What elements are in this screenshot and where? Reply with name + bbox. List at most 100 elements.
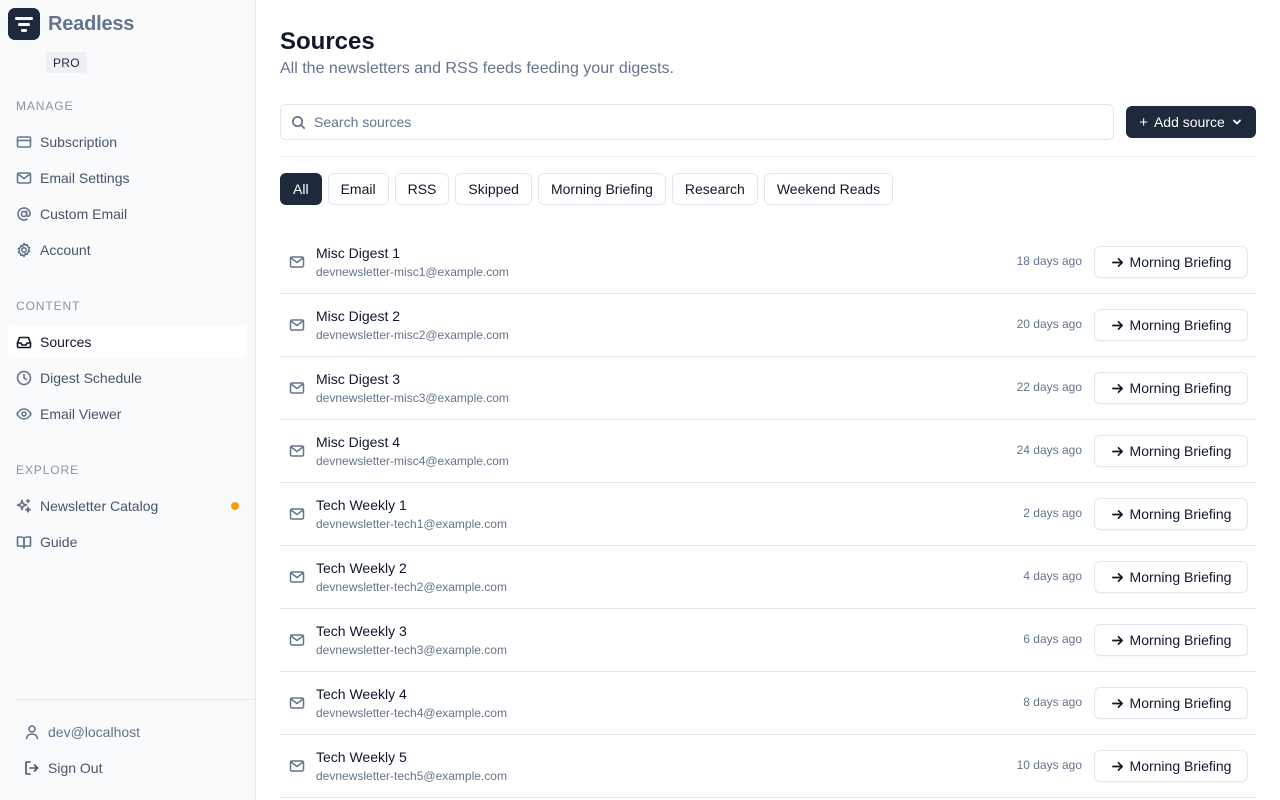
sidebar-item-label: Sources: [40, 334, 92, 350]
source-name: Misc Digest 4: [316, 434, 401, 450]
source-email: devnewsletter-misc2@example.com: [316, 328, 509, 342]
section-label-explore: EXPLORE: [16, 463, 79, 477]
sign-out-label: Sign Out: [48, 760, 103, 776]
source-last-received: 6 days ago: [1023, 632, 1082, 646]
arrow-right-icon: [1111, 635, 1123, 645]
search-input[interactable]: [314, 114, 1094, 130]
sidebar-item-subscription[interactable]: Subscription: [8, 126, 247, 158]
gear-icon: [16, 242, 32, 258]
readless-logo-icon: [8, 8, 40, 40]
divider: [280, 156, 1256, 157]
section-label-content: CONTENT: [16, 299, 81, 313]
eye-icon: [16, 406, 32, 422]
sidebar-item-label: Subscription: [40, 134, 118, 150]
list-item[interactable]: Misc Digest 3 devnewsletter-misc3@exampl…: [280, 357, 1256, 420]
source-last-received: 24 days ago: [1016, 443, 1082, 457]
list-item[interactable]: Tech Weekly 2 devnewsletter-tech2@exampl…: [280, 546, 1256, 609]
destination-button[interactable]: Morning Briefing: [1094, 309, 1248, 341]
sidebar: Readless PRO MANAGE Subscription Email S…: [0, 0, 256, 800]
mail-icon: [289, 569, 305, 585]
source-last-received: 8 days ago: [1023, 695, 1082, 709]
arrow-right-icon: [1111, 383, 1123, 393]
source-email: devnewsletter-misc1@example.com: [316, 265, 509, 279]
source-name: Tech Weekly 2: [316, 560, 407, 576]
source-last-received: 2 days ago: [1023, 506, 1082, 520]
list-item[interactable]: Misc Digest 1 devnewsletter-misc1@exampl…: [280, 231, 1256, 294]
filter-email[interactable]: Email: [327, 173, 389, 205]
sidebar-item-email-settings[interactable]: Email Settings: [8, 162, 247, 194]
destination-button[interactable]: Morning Briefing: [1094, 372, 1248, 404]
credit-card-icon: [16, 134, 32, 150]
sidebar-item-custom-email[interactable]: Custom Email: [8, 198, 247, 230]
sidebar-item-newsletter-catalog[interactable]: Newsletter Catalog: [8, 490, 247, 522]
add-source-button[interactable]: + Add source: [1126, 106, 1256, 138]
page-subtitle: All the newsletters and RSS feeds feedin…: [280, 60, 674, 77]
log-out-icon: [25, 761, 39, 775]
inbox-icon: [16, 334, 32, 350]
destination-label: Morning Briefing: [1129, 254, 1232, 270]
mail-icon: [289, 632, 305, 648]
user-icon: [25, 725, 39, 740]
source-name: Tech Weekly 5: [316, 749, 407, 765]
arrow-right-icon: [1111, 509, 1123, 519]
destination-button[interactable]: Morning Briefing: [1094, 687, 1248, 719]
source-name: Misc Digest 3: [316, 371, 401, 387]
filter-rss[interactable]: RSS: [394, 173, 450, 205]
filter-morning-briefing[interactable]: Morning Briefing: [537, 173, 666, 205]
arrow-right-icon: [1111, 320, 1123, 330]
sidebar-item-label: Newsletter Catalog: [40, 498, 159, 514]
mail-icon: [289, 443, 305, 459]
source-name: Tech Weekly 4: [316, 686, 407, 702]
list-item[interactable]: Tech Weekly 3 devnewsletter-tech3@exampl…: [280, 609, 1256, 672]
destination-button[interactable]: Morning Briefing: [1094, 498, 1248, 530]
filter-all[interactable]: All: [280, 173, 322, 205]
sidebar-item-label: Digest Schedule: [40, 370, 142, 386]
destination-button[interactable]: Morning Briefing: [1094, 561, 1248, 593]
destination-label: Morning Briefing: [1129, 506, 1232, 522]
mail-icon: [289, 695, 305, 711]
list-item[interactable]: Misc Digest 2 devnewsletter-misc2@exampl…: [280, 294, 1256, 357]
destination-label: Morning Briefing: [1129, 758, 1232, 774]
destination-button[interactable]: Morning Briefing: [1094, 246, 1248, 278]
destination-button[interactable]: Morning Briefing: [1094, 750, 1248, 782]
chevron-down-icon: [1231, 116, 1243, 128]
sidebar-item-guide[interactable]: Guide: [8, 526, 247, 558]
list-item[interactable]: Tech Weekly 1 devnewsletter-tech1@exampl…: [280, 483, 1256, 546]
source-name: Tech Weekly 3: [316, 623, 407, 639]
list-item[interactable]: Tech Weekly 4 devnewsletter-tech4@exampl…: [280, 672, 1256, 735]
sparkles-icon: [16, 498, 32, 514]
clock-icon: [16, 370, 32, 386]
sidebar-item-digest-schedule[interactable]: Digest Schedule: [8, 362, 247, 394]
source-name: Tech Weekly 1: [316, 497, 407, 513]
sidebar-item-label: Account: [40, 242, 91, 258]
source-last-received: 18 days ago: [1016, 254, 1082, 268]
destination-button[interactable]: Morning Briefing: [1094, 624, 1248, 656]
sign-out-button[interactable]: Sign Out: [24, 756, 102, 780]
source-last-received: 20 days ago: [1016, 317, 1082, 331]
sidebar-item-account[interactable]: Account: [8, 234, 247, 266]
arrow-right-icon: [1111, 572, 1123, 582]
filter-weekend-reads[interactable]: Weekend Reads: [763, 173, 894, 205]
filter-skipped[interactable]: Skipped: [455, 173, 532, 205]
destination-button[interactable]: Morning Briefing: [1094, 435, 1248, 467]
user-email: dev@localhost: [48, 724, 141, 740]
source-email: devnewsletter-tech1@example.com: [316, 517, 507, 531]
source-last-received: 4 days ago: [1023, 569, 1082, 583]
search-box[interactable]: [280, 104, 1114, 140]
search-icon: [292, 115, 305, 129]
mail-icon: [289, 254, 305, 270]
filter-research[interactable]: Research: [671, 173, 758, 205]
brand[interactable]: Readless: [8, 8, 134, 40]
source-email: devnewsletter-tech4@example.com: [316, 706, 507, 720]
sidebar-item-email-viewer[interactable]: Email Viewer: [8, 398, 247, 430]
arrow-right-icon: [1111, 257, 1123, 267]
sidebar-item-sources[interactable]: Sources: [8, 326, 247, 358]
source-name: Misc Digest 2: [316, 308, 401, 324]
add-source-label: Add source: [1153, 114, 1225, 130]
arrow-right-icon: [1111, 698, 1123, 708]
list-item[interactable]: Tech Weekly 5 devnewsletter-tech5@exampl…: [280, 735, 1256, 798]
page-title: Sources: [280, 28, 375, 55]
mail-icon: [289, 506, 305, 522]
list-item[interactable]: Misc Digest 4 devnewsletter-misc4@exampl…: [280, 420, 1256, 483]
source-email: devnewsletter-tech5@example.com: [316, 769, 507, 783]
